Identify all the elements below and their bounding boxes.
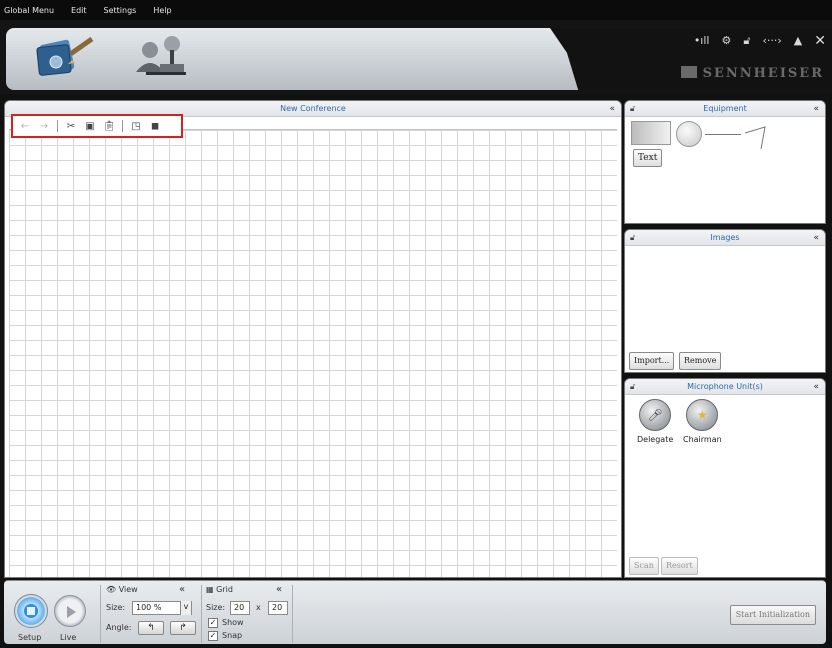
section-divider (201, 585, 202, 643)
rotate-left-button[interactable]: ↰ (138, 621, 164, 635)
circle-tool-icon[interactable] (676, 121, 702, 147)
menu-global[interactable]: Global Menu (4, 6, 54, 15)
bring-forward-icon[interactable]: ◳ (130, 121, 142, 132)
bottom-bar: Setup Live 👁︎ View « Size: 100 % v Angle… (4, 580, 826, 644)
snap-grid-label: Snap (222, 631, 243, 640)
play-icon (67, 606, 76, 618)
toolbar-divider (122, 120, 123, 132)
microphone-title: Microphone Unit(s) (687, 382, 763, 391)
show-grid-label: Show (222, 618, 244, 627)
view-collapse-icon[interactable]: « (179, 584, 185, 595)
grid-width-input[interactable]: 20 (230, 601, 250, 615)
edit-toolbar: ← → ✂ ▣ 📋︎ ◳ ◼ (11, 114, 183, 138)
stop-icon (27, 607, 35, 615)
scan-button[interactable]: Scan (629, 557, 659, 575)
cut-icon[interactable]: ✂ (65, 121, 77, 132)
equipment-title: Equipment (703, 104, 747, 113)
copy-icon[interactable]: ▣ (84, 121, 96, 132)
remove-button[interactable]: Remove (679, 352, 722, 370)
equipment-title-bar: 🔓︎ Equipment « (625, 101, 825, 117)
chairman-unit[interactable]: ★ Chairman (683, 399, 722, 444)
rectangle-tool-icon[interactable] (631, 121, 671, 145)
grid-title: Grid (216, 585, 233, 594)
live-mode-button[interactable] (54, 595, 86, 627)
zoom-value: 100 % (136, 603, 162, 612)
lock-icon[interactable]: 🔓︎ (630, 101, 635, 117)
conference-grid-canvas[interactable] (9, 129, 617, 577)
toolbar-divider (57, 120, 58, 132)
setup-mode-icon[interactable] (34, 34, 98, 80)
menu-bar: Global Menu Edit Settings Help (0, 0, 832, 20)
eye-icon: 👁︎ (106, 585, 117, 594)
status-area: •ıll ⚙ 🔓︎ ‹···› ▲ ✕ SENNHEISER (550, 28, 832, 90)
view-title: View (118, 585, 138, 594)
zoom-select[interactable]: 100 % v (132, 601, 192, 615)
grid-collapse-icon[interactable]: « (276, 584, 282, 595)
images-title: Images (710, 233, 740, 242)
lock-icon[interactable]: 🔓︎ (630, 379, 635, 395)
undo-icon[interactable]: ← (19, 121, 31, 132)
snap-grid-checkbox[interactable]: ✓ (208, 631, 218, 641)
collapse-icon[interactable]: « (609, 101, 615, 117)
images-title-bar: 🔓︎ Images « (625, 230, 825, 246)
view-size-label: Size: (106, 603, 126, 612)
chairman-microphone-icon: ★ (686, 399, 719, 431)
header-banner: •ıll ⚙ 🔓︎ ‹···› ▲ ✕ SENNHEISER (6, 28, 832, 90)
rotate-right-button[interactable]: ↱ (170, 621, 196, 635)
grid-icon: ▦ (206, 585, 214, 594)
conference-panel: New Conference « ← → ✂ ▣ 📋︎ ◳ ◼ (4, 100, 622, 578)
chevron-down-icon: v (180, 601, 191, 615)
connection-icon[interactable]: ‹···› (763, 34, 782, 48)
text-tool-button[interactable]: Text (633, 149, 663, 167)
header: •ıll ⚙ 🔓︎ ‹···› ▲ ✕ SENNHEISER (0, 20, 832, 94)
microphone-panel: 🔓︎ Microphone Unit(s) « 🎤︎ Delegate ★ Ch… (624, 378, 826, 578)
grid-section-header: ▦ Grid (206, 585, 233, 594)
conference-title: New Conference (280, 104, 346, 113)
live-label: Live (60, 633, 77, 642)
view-section-header: 👁︎ View (106, 585, 138, 594)
chairman-label: Chairman (683, 435, 722, 444)
brand-mark-icon (680, 66, 697, 78)
brand-text: SENNHEISER (702, 66, 824, 81)
grid-height-input[interactable]: 20 (268, 601, 288, 615)
delegate-microphone-icon: 🎤︎ (639, 399, 672, 431)
send-backward-icon[interactable]: ◼ (149, 121, 161, 132)
users-mode-icon[interactable] (132, 32, 192, 82)
redo-icon[interactable]: → (38, 121, 50, 132)
eject-icon[interactable]: ▲ (794, 34, 802, 48)
grid-size-label: Size: (206, 603, 226, 612)
microphone-title-bar: 🔓︎ Microphone Unit(s) « (625, 379, 825, 395)
signal-icon: •ıll (693, 34, 710, 47)
section-divider (292, 585, 293, 643)
setup-mode-button[interactable] (14, 594, 48, 628)
start-initialization-button[interactable]: Start Initialization (729, 605, 816, 625)
lock-open-icon[interactable]: 🔓︎ (743, 34, 750, 48)
images-panel: 🔓︎ Images « Import... Remove (624, 229, 826, 373)
brand-logo: SENNHEISER (680, 66, 824, 81)
lock-icon[interactable]: 🔓︎ (630, 230, 635, 246)
resort-button[interactable]: Resort (661, 557, 698, 575)
line-tool-icon[interactable] (705, 134, 741, 135)
menu-edit[interactable]: Edit (71, 6, 87, 15)
grid-size-separator: x (256, 603, 261, 612)
collapse-icon[interactable]: « (813, 230, 819, 246)
menu-help[interactable]: Help (153, 6, 171, 15)
collapse-icon[interactable]: « (813, 379, 819, 395)
angle-tool-icon[interactable] (743, 125, 767, 153)
collapse-icon[interactable]: « (813, 101, 819, 117)
view-angle-label: Angle: (106, 623, 132, 632)
import-button[interactable]: Import... (629, 352, 675, 370)
section-divider (100, 585, 101, 643)
setup-label: Setup (18, 633, 42, 642)
delegate-unit[interactable]: 🎤︎ Delegate (637, 399, 673, 444)
equipment-panel: 🔓︎ Equipment « Text (624, 100, 826, 224)
delegate-label: Delegate (637, 435, 674, 444)
show-grid-checkbox[interactable]: ✓ (208, 618, 218, 628)
menu-settings[interactable]: Settings (104, 6, 137, 15)
devices-icon[interactable]: ⚙ (721, 34, 731, 48)
paste-icon[interactable]: 📋︎ (103, 121, 116, 132)
close-icon[interactable]: ✕ (814, 34, 826, 48)
